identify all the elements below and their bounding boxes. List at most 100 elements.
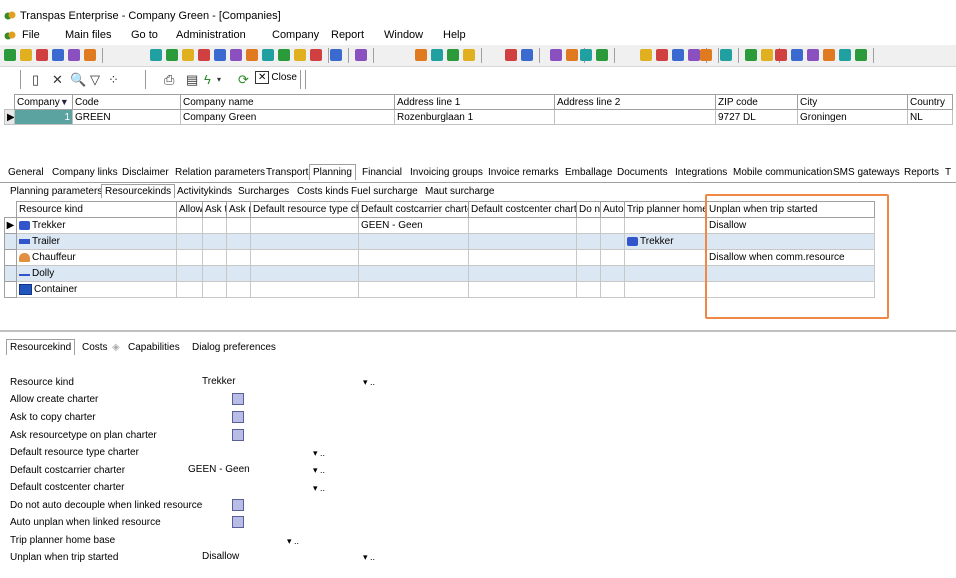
toolbar-action-icon[interactable] bbox=[84, 49, 96, 61]
toolbar-action-icon[interactable] bbox=[198, 49, 210, 61]
column-header-home-base[interactable]: Trip planner home b bbox=[624, 201, 707, 218]
auto-unplan-checkbox[interactable] bbox=[232, 516, 244, 528]
cell-default-costcarrier[interactable]: GEEN - Geen bbox=[358, 217, 469, 234]
allow-create-checkbox[interactable] bbox=[232, 393, 244, 405]
chevron-down-icon[interactable]: ▾ .. bbox=[313, 448, 325, 459]
tab-costs[interactable]: Costs bbox=[82, 342, 108, 353]
menu-help[interactable]: Help bbox=[443, 29, 466, 41]
toolbar-action-icon[interactable] bbox=[278, 49, 290, 61]
cell-resource-kind[interactable]: Container bbox=[16, 281, 177, 298]
tab-transport[interactable]: Transport bbox=[266, 167, 308, 178]
cell-home-base[interactable]: Trekker bbox=[624, 233, 707, 250]
column-header-zip[interactable]: ZIP code bbox=[715, 94, 798, 110]
columns-icon[interactable]: ⁘ bbox=[108, 72, 119, 88]
cell-home-base[interactable] bbox=[624, 249, 707, 266]
tab-capabilities[interactable]: Capabilities bbox=[128, 342, 180, 353]
tab-activitykinds[interactable]: Activitykinds bbox=[177, 186, 232, 197]
tab-surcharges[interactable]: Surcharges bbox=[238, 186, 289, 197]
cell-resource-kind[interactable]: Trailer bbox=[16, 233, 177, 250]
cell-address1[interactable]: Rozenburglaan 1 bbox=[394, 109, 555, 125]
cell-default-costcarrier[interactable] bbox=[358, 233, 469, 250]
cell-company[interactable]: 1 bbox=[14, 109, 73, 125]
column-header-address2[interactable]: Address line 2 bbox=[554, 94, 716, 110]
toolbar-action-icon[interactable] bbox=[52, 49, 64, 61]
tab-emballage[interactable]: Emballage bbox=[565, 167, 612, 178]
toolbar-action-icon[interactable] bbox=[4, 49, 16, 61]
cell-resource-kind[interactable]: Dolly bbox=[16, 265, 177, 282]
menu-report[interactable]: Report bbox=[331, 29, 364, 41]
toolbar-action-icon[interactable] bbox=[775, 49, 787, 61]
no-decouple-checkbox[interactable] bbox=[232, 499, 244, 511]
column-header-default-type[interactable]: Default resource type cha bbox=[250, 201, 359, 218]
toolbar-action-icon[interactable] bbox=[463, 49, 475, 61]
chevron-down-icon[interactable]: ▾ .. bbox=[313, 483, 325, 494]
cell-address2[interactable] bbox=[554, 109, 716, 125]
toolbar-action-icon[interactable] bbox=[355, 49, 367, 61]
column-header-company-name[interactable]: Company name bbox=[180, 94, 395, 110]
app-menu-icon[interactable] bbox=[4, 30, 16, 42]
toolbar-action-icon[interactable] bbox=[720, 49, 732, 61]
toolbar-action-icon[interactable] bbox=[566, 49, 578, 61]
tab-overflow[interactable]: T bbox=[945, 167, 951, 178]
action-icon[interactable]: ϟ bbox=[204, 72, 211, 87]
column-header-company[interactable]: Company▼ bbox=[14, 94, 73, 110]
delete-icon[interactable]: ✕ bbox=[52, 72, 63, 88]
toolbar-action-icon[interactable] bbox=[505, 49, 517, 61]
tab-fuel-surcharge[interactable]: Fuel surcharge bbox=[351, 186, 418, 197]
splitter[interactable] bbox=[0, 330, 956, 332]
toolbar-action-icon[interactable] bbox=[415, 49, 427, 61]
toolbar-action-icon[interactable] bbox=[521, 49, 533, 61]
cell-default-costcarrier[interactable] bbox=[358, 265, 469, 282]
column-header-no-decouple[interactable]: Do n bbox=[576, 201, 601, 218]
toolbar-action-icon[interactable] bbox=[839, 49, 851, 61]
print-icon[interactable]: ⎙ bbox=[164, 72, 174, 88]
toolbar-action-icon[interactable] bbox=[791, 49, 803, 61]
toolbar-action-icon[interactable] bbox=[761, 49, 773, 61]
chevron-down-icon[interactable]: ▾ .. bbox=[363, 377, 375, 388]
menu-file[interactable]: File bbox=[22, 29, 40, 41]
menu-go-to[interactable]: Go to bbox=[131, 29, 158, 41]
toolbar-action-icon[interactable] bbox=[550, 49, 562, 61]
filter-icon[interactable]: ▽ bbox=[90, 72, 100, 88]
toolbar-action-icon[interactable] bbox=[640, 49, 652, 61]
column-header-country[interactable]: Country bbox=[907, 94, 953, 110]
menu-administration[interactable]: Administration bbox=[176, 29, 246, 41]
chevron-down-icon[interactable]: ▾ .. bbox=[363, 552, 375, 563]
tab-maut-surcharge[interactable]: Maut surcharge bbox=[425, 186, 494, 197]
column-header-address1[interactable]: Address line 1 bbox=[394, 94, 555, 110]
tab-reports[interactable]: Reports bbox=[904, 167, 939, 178]
toolbar-action-icon[interactable] bbox=[596, 49, 608, 61]
tab-resourcekinds[interactable]: Resourcekinds bbox=[101, 184, 176, 198]
preview-icon[interactable]: ▤ bbox=[186, 72, 198, 88]
toolbar-action-icon[interactable] bbox=[246, 49, 258, 61]
tab-resourcekind[interactable]: Resourcekind bbox=[6, 339, 76, 355]
tab-invoice-remarks[interactable]: Invoice remarks bbox=[488, 167, 559, 178]
toolbar-action-icon[interactable] bbox=[68, 49, 80, 61]
tab-invoicing-groups[interactable]: Invoicing groups bbox=[410, 167, 483, 178]
default-costcarrier-select[interactable]: GEEN - Geen bbox=[188, 464, 250, 475]
toolbar-action-icon[interactable] bbox=[656, 49, 668, 61]
table-row[interactable]: ▶ 1 GREEN Company Green Rozenburglaan 1 … bbox=[4, 109, 953, 125]
toolbar-action-icon[interactable] bbox=[20, 49, 32, 61]
toolbar-action-icon[interactable] bbox=[431, 49, 443, 61]
tab-documents[interactable]: Documents bbox=[617, 167, 668, 178]
toolbar-action-icon[interactable] bbox=[688, 49, 700, 61]
tab-dialog-preferences[interactable]: Dialog preferences bbox=[192, 342, 276, 353]
tab-mobile-communication[interactable]: Mobile communication bbox=[733, 167, 833, 178]
toolbar-action-icon[interactable] bbox=[214, 49, 226, 61]
filter-icon[interactable]: ▼ bbox=[60, 97, 69, 107]
tab-financial[interactable]: Financial bbox=[362, 167, 402, 178]
column-header-allow[interactable]: Allow bbox=[176, 201, 203, 218]
tab-company-links[interactable]: Company links bbox=[52, 167, 118, 178]
cell-code[interactable]: GREEN bbox=[72, 109, 181, 125]
tab-relation-parameters[interactable]: Relation parameters bbox=[175, 167, 265, 178]
cell-home-base[interactable] bbox=[624, 217, 707, 234]
cell-company-name[interactable]: Company Green bbox=[180, 109, 395, 125]
tab-integrations[interactable]: Integrations bbox=[675, 167, 727, 178]
toolbar-action-icon[interactable] bbox=[150, 49, 162, 61]
toolbar-action-icon[interactable] bbox=[855, 49, 867, 61]
cell-default-costcarrier[interactable] bbox=[358, 249, 469, 266]
new-record-icon[interactable]: ▯ bbox=[32, 72, 39, 88]
column-header-default-costcarrier[interactable]: Default costcarrier charter bbox=[358, 201, 469, 218]
toolbar-action-icon[interactable] bbox=[230, 49, 242, 61]
